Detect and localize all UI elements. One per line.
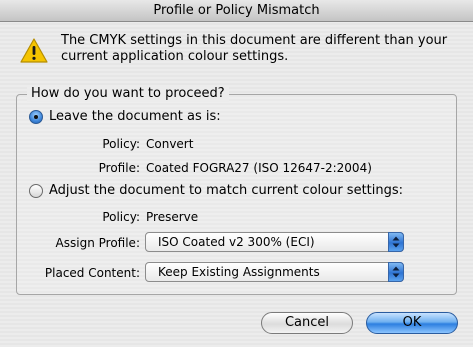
leave-policy-label: Policy: — [102, 137, 140, 151]
cancel-button-label: Cancel — [284, 315, 330, 330]
group-legend: How do you want to proceed? — [27, 86, 229, 102]
radio-leave-document[interactable]: Leave the document as is: — [29, 108, 221, 126]
cancel-button[interactable]: Cancel — [261, 312, 353, 334]
radio-button-selected[interactable] — [29, 110, 43, 124]
window-title: Profile or Policy Mismatch — [153, 3, 320, 18]
assign-profile-label: Assign Profile: — [55, 236, 140, 250]
placed-content-popup[interactable]: Keep Existing Assignments — [145, 262, 404, 282]
ok-button-label: OK — [402, 315, 422, 330]
radio-adjust-document[interactable]: Adjust the document to match current col… — [29, 182, 403, 200]
up-down-arrows-icon[interactable] — [388, 262, 404, 282]
leave-profile-value: Coated FOGRA27 (ISO 12647-2:2004) — [146, 161, 372, 175]
leave-policy-value: Convert — [146, 137, 194, 151]
mismatch-message: The CMYK settings in this document are d… — [61, 33, 448, 64]
window-title-bar: Profile or Policy Mismatch — [0, 0, 473, 22]
placed-content-label: Placed Content: — [44, 266, 140, 280]
placed-content-value: Keep Existing Assignments — [158, 265, 320, 279]
leave-profile-label: Profile: — [98, 161, 140, 175]
adjust-policy-label: Policy: — [102, 210, 140, 224]
radio-leave-label: Leave the document as is: — [49, 109, 221, 124]
radio-button-unselected[interactable] — [29, 184, 43, 198]
adjust-policy-value: Preserve — [146, 210, 199, 224]
warning-icon — [20, 38, 48, 64]
assign-profile-value: ISO Coated v2 300% (ECI) — [158, 235, 315, 249]
radio-adjust-label: Adjust the document to match current col… — [49, 183, 404, 198]
ok-button[interactable]: OK — [366, 312, 458, 334]
assign-profile-popup[interactable]: ISO Coated v2 300% (ECI) — [145, 232, 404, 252]
up-down-arrows-icon[interactable] — [388, 232, 404, 252]
